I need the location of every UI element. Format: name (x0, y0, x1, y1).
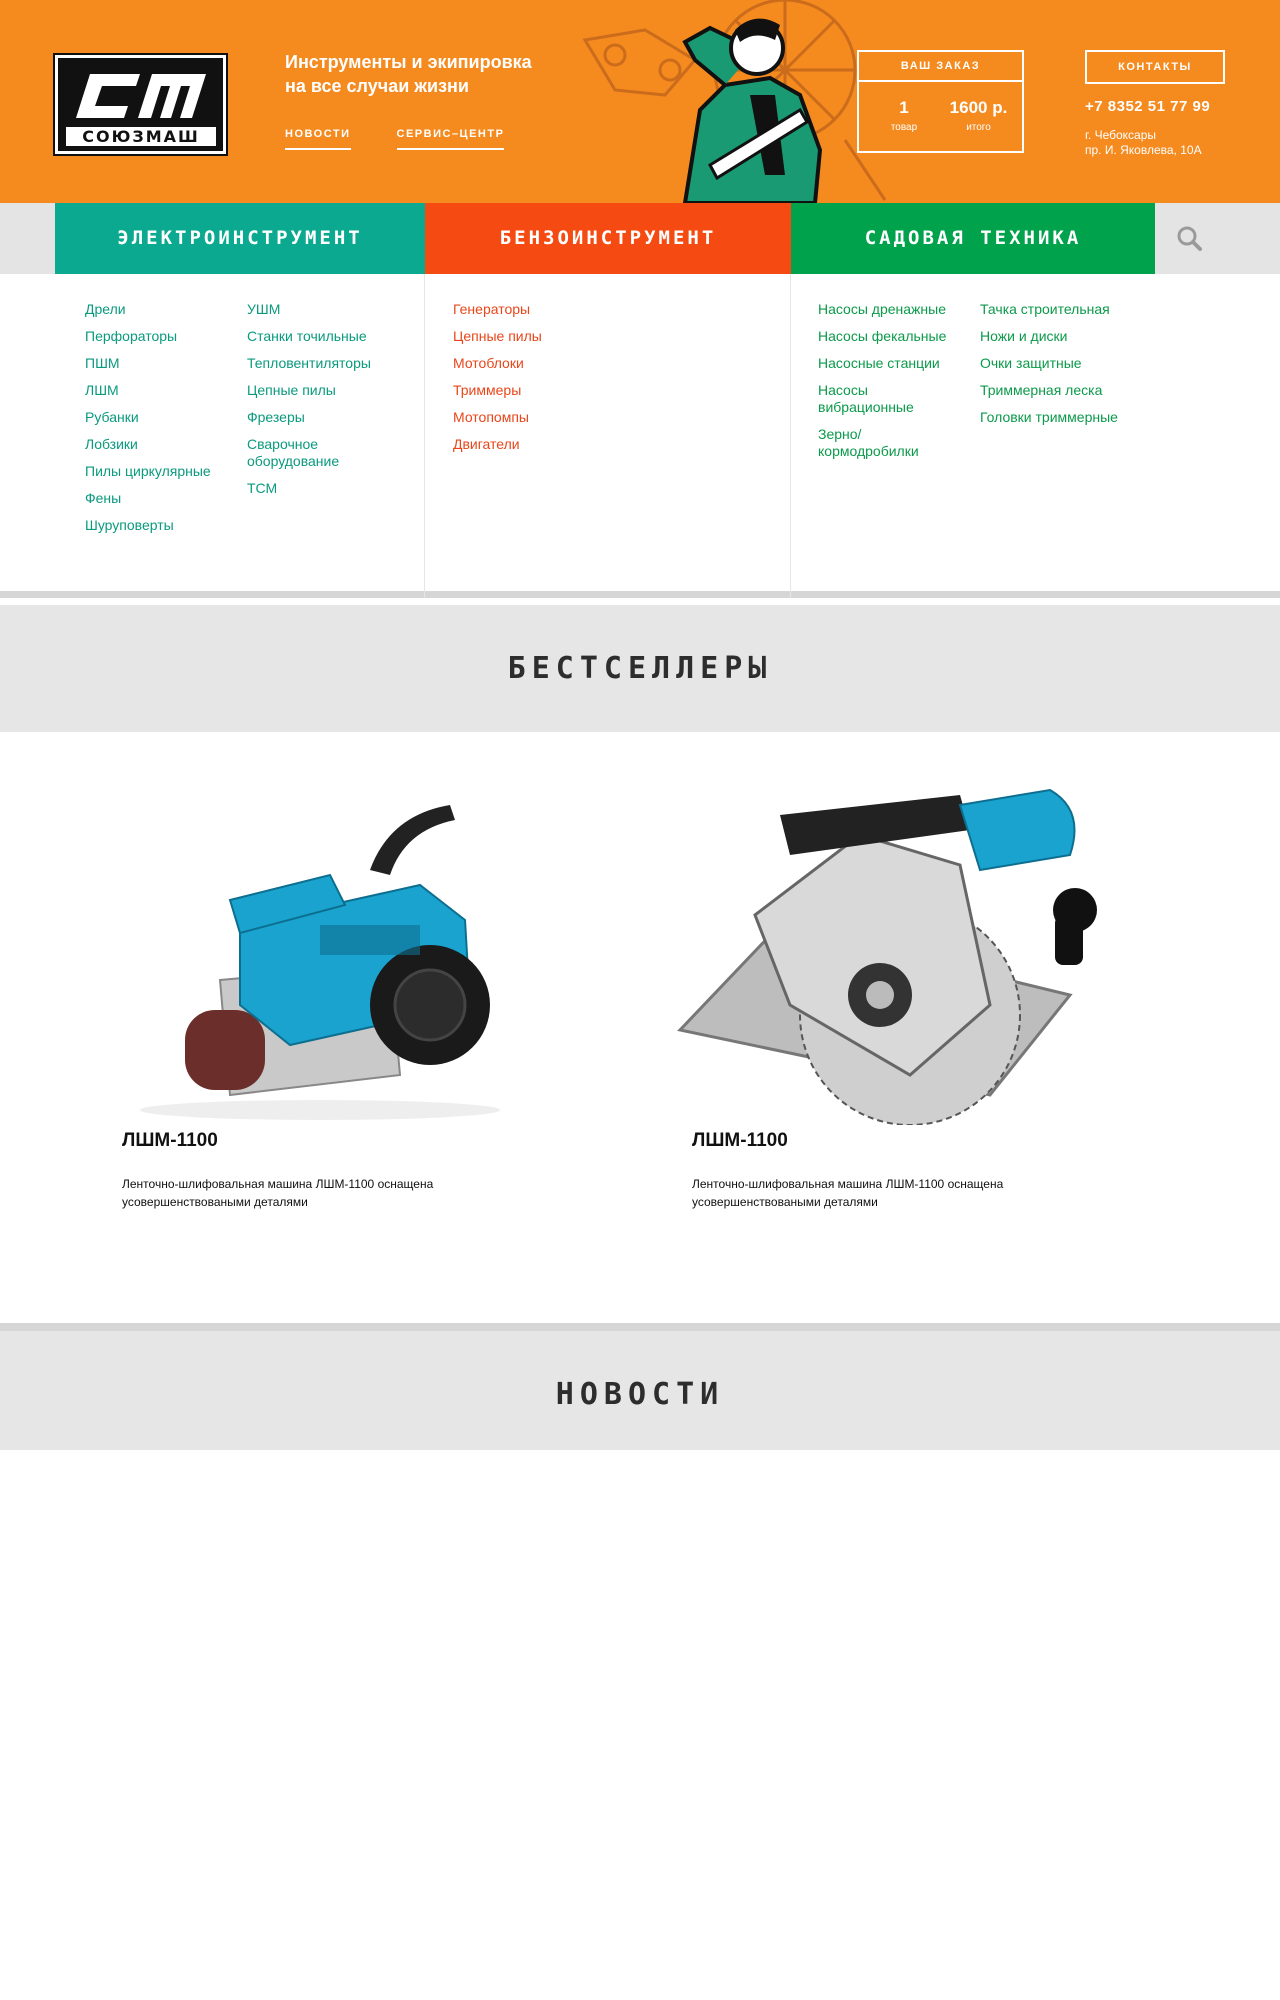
menu-item[interactable]: Насосные станции (818, 355, 963, 372)
address-line: г. Чебоксары (1085, 128, 1157, 142)
electro-list-b: УШМ Станки точильные Тепловентиляторы Це… (247, 301, 397, 507)
tab-electro-tools[interactable]: ЭЛЕКТРОИНСТРУМЕНТ (55, 203, 425, 274)
tagline-line: на все случаи жизни (285, 76, 469, 96)
menu-item[interactable]: Генераторы (453, 301, 542, 318)
section-title: БЕСТСЕЛЛЕРЫ (507, 651, 773, 686)
order-total-label: итого (966, 122, 991, 133)
product-name[interactable]: ЛШМ-1100 (122, 1130, 218, 1152)
tagline: Инструменты и экипировка на все случаи ж… (285, 50, 585, 98)
menu-item[interactable]: Ножи и диски (980, 328, 1150, 345)
order-count-value: 1 (899, 98, 909, 117)
menu-item[interactable]: Очки защитные (980, 355, 1150, 372)
garden-menu-column: Насосы дренажные Насосы фекальные Насосн… (791, 274, 1225, 598)
phone-number[interactable]: +7 8352 51 77 99 (1085, 98, 1210, 115)
menu-item[interactable]: Двигатели (453, 436, 542, 453)
order-widget[interactable]: ВАШ ЗАКАЗ 1 товар 1600 р. итого (857, 50, 1024, 153)
petrol-menu-column: Генераторы Цепные пилы Мотоблоки Триммер… (425, 274, 791, 598)
menu-item[interactable]: Цепные пилы (247, 382, 397, 399)
product-card[interactable]: ЛШМ-1100 Ленточно-шлифовальная машина ЛШ… (90, 775, 550, 1245)
menu-item[interactable]: Тачка строительная (980, 301, 1150, 318)
menu-item[interactable]: Фены (85, 490, 211, 507)
news-link[interactable]: НОВОСТИ (285, 128, 351, 150)
circular-saw-image (677, 788, 1097, 1125)
product-description: Ленточно-шлифовальная машина ЛШМ-1100 ос… (692, 1177, 1004, 1209)
tagline-line: Инструменты и экипировка (285, 52, 532, 72)
search-icon (1177, 226, 1202, 251)
menu-item[interactable]: ТСМ (247, 480, 397, 497)
menu-item[interactable]: Мотоблоки (453, 355, 542, 372)
menu-item[interactable]: Рубанки (85, 409, 211, 426)
order-count: 1 товар (879, 98, 929, 133)
menu-item[interactable]: Триммеры (453, 382, 542, 399)
product-card[interactable]: ЛШМ-1100 Ленточно-шлифовальная машина ЛШ… (660, 775, 1120, 1245)
category-nav: ЭЛЕКТРОИНСТРУМЕНТ БЕНЗОИНСТРУМЕНТ САДОВА… (0, 203, 1280, 274)
order-count-label: товар (890, 122, 918, 133)
logo-wordmark: СОЮЗМАШ (66, 127, 216, 146)
logo-mark-icon (76, 74, 206, 118)
garden-list-b: Тачка строительная Ножи и диски Очки защ… (980, 301, 1150, 436)
menu-item[interactable]: Станки точильные (247, 328, 397, 345)
petrol-list: Генераторы Цепные пилы Мотоблоки Триммер… (453, 301, 542, 463)
menu-item[interactable]: Перфораторы (85, 328, 211, 345)
bestsellers-header: БЕСТСЕЛЛЕРЫ (0, 605, 1280, 732)
contacts-button[interactable]: КОНТАКТЫ (1085, 50, 1225, 84)
electro-list-a: Дрели Перфораторы ПШМ ЛШМ Рубанки Лобзик… (85, 301, 211, 544)
menu-item[interactable]: Фрезеры (247, 409, 397, 426)
site-header: СОЮЗМАШ Инструменты и экипировка на все … (0, 0, 1280, 203)
product-description: Ленточно-шлифовальная машина ЛШМ-1100 ос… (122, 1177, 434, 1209)
menu-item[interactable]: Цепные пилы (453, 328, 542, 345)
menu-item[interactable]: Триммерная леска (980, 382, 1150, 399)
search-button[interactable] (1155, 203, 1225, 274)
order-title: ВАШ ЗАКАЗ (859, 52, 1022, 82)
worker-illustration (582, 0, 887, 203)
belt-sander-image (140, 805, 500, 1120)
menu-item[interactable]: УШМ (247, 301, 397, 318)
address-line: пр. И. Яковлева, 10А (1085, 143, 1202, 157)
service-center-link[interactable]: СЕРВИС–ЦЕНТР (396, 128, 505, 150)
menu-item[interactable]: Тепловентиляторы (247, 355, 397, 372)
menu-item[interactable]: Зерно/ кормодробилки (818, 426, 963, 460)
mega-menu: Дрели Перфораторы ПШМ ЛШМ Рубанки Лобзик… (0, 274, 1280, 598)
electro-menu-column: Дрели Перфораторы ПШМ ЛШМ Рубанки Лобзик… (55, 274, 425, 598)
menu-item[interactable]: Лобзики (85, 436, 211, 453)
menu-item[interactable]: ЛШМ (85, 382, 211, 399)
menu-item[interactable]: Насосы дренажные (818, 301, 963, 318)
tab-garden-equipment[interactable]: САДОВАЯ ТЕХНИКА (791, 203, 1155, 274)
order-total: 1600 р. итого (941, 98, 1016, 133)
menu-item[interactable]: Шуруповерты (85, 517, 211, 534)
order-total-value: 1600 р. (949, 98, 1008, 117)
menu-item[interactable]: ПШМ (85, 355, 211, 372)
menu-item[interactable]: Сварочное оборудование (247, 436, 397, 470)
top-links: НОВОСТИ СЕРВИС–ЦЕНТР (285, 128, 505, 150)
menu-item[interactable]: Мотопомпы (453, 409, 542, 426)
menu-item[interactable]: Насосы фекальные (818, 328, 963, 345)
logo[interactable]: СОЮЗМАШ (53, 53, 228, 156)
news-header: НОВОСТИ (0, 1323, 1280, 1450)
menu-item[interactable]: Пилы циркулярные (85, 463, 211, 480)
address: г. Чебоксары пр. И. Яковлева, 10А (1085, 128, 1202, 158)
menu-item[interactable]: Головки триммерные (980, 409, 1150, 426)
section-title: НОВОСТИ (555, 1377, 725, 1412)
tab-petrol-tools[interactable]: БЕНЗОИНСТРУМЕНТ (425, 203, 791, 274)
menu-item[interactable]: Насосы вибрационные (818, 382, 963, 416)
product-name[interactable]: ЛШМ-1100 (692, 1130, 788, 1152)
menu-item[interactable]: Дрели (85, 301, 211, 318)
garden-list-a: Насосы дренажные Насосы фекальные Насосн… (818, 301, 963, 470)
